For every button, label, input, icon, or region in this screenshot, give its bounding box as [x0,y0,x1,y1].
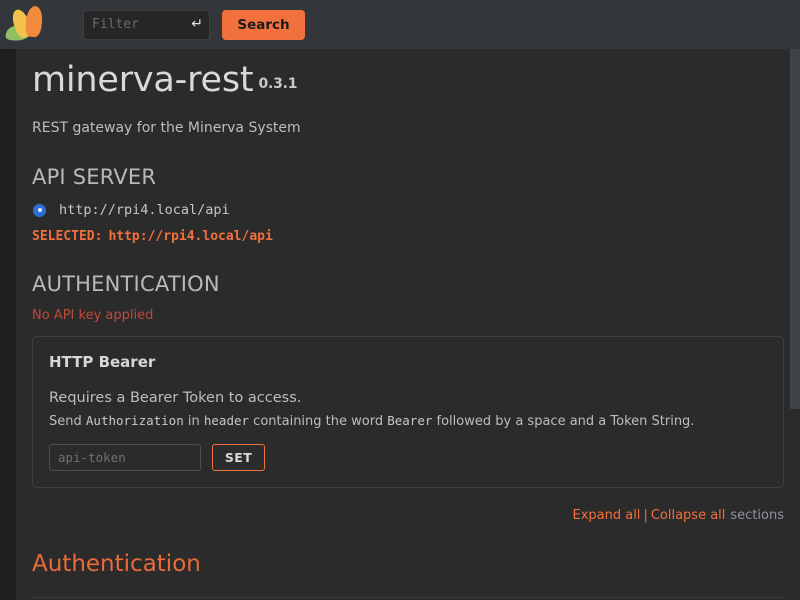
set-token-button[interactable]: SET [212,444,265,471]
api-description: REST gateway for the Minerva System [32,119,784,137]
api-version-badge: 0.3.1 [258,76,297,92]
server-option-row[interactable]: http://rpi4.local/api [32,202,784,218]
filter-field-wrapper: ↵ [83,10,210,40]
expand-collapse-controls: Expand all| Collapse all sections [32,508,784,524]
api-title-text: minerva-rest [32,60,253,100]
page-title: minerva-rest 0.3.1 [32,49,784,106]
selected-server-url: http://rpi4.local/api [108,229,272,244]
collapse-all-link[interactable]: Collapse all [651,508,726,523]
auth-send-prefix: Send [49,414,82,429]
scrollbar-thumb[interactable] [790,49,800,409]
auth-controls-row: SET [49,444,767,471]
auth-send-description: Send Authorization in header containing … [49,412,767,430]
main-content: minerva-rest 0.3.1 REST gateway for the M… [16,49,800,600]
top-bar: ↵ Search [0,0,800,49]
auth-send-mid-2: containing the word [253,414,383,429]
auth-requires-text: Requires a Bearer Token to access. [49,389,767,407]
selected-label: SELECTED: [32,229,102,244]
api-token-input[interactable] [49,444,201,471]
logo-leaf-orange [24,5,43,38]
auth-send-suffix: followed by a space and a Token String. [437,414,695,429]
no-api-key-message: No API key applied [32,308,784,324]
auth-header-name-code: Authorization [86,413,184,428]
expand-collapse-separator: | [643,508,647,523]
auth-bearer-code: Bearer [387,413,432,428]
search-button[interactable]: Search [222,10,305,40]
leaf-logo-icon[interactable] [0,0,56,49]
sections-word-label: sections [730,508,784,523]
auth-header-word-code: header [204,413,249,428]
expand-all-link[interactable]: Expand all [572,508,640,523]
server-radio-selected[interactable] [33,204,46,217]
filter-input[interactable] [83,10,210,40]
auth-send-mid-1: in [188,414,200,429]
api-server-heading: API SERVER [32,165,784,190]
auth-scheme-title: HTTP Bearer [49,351,767,373]
selected-server-line: SELECTED: http://rpi4.local/api [32,229,784,244]
auth-scheme-box: HTTP Bearer Requires a Bearer Token to a… [32,336,784,488]
tag-title-authentication[interactable]: Authentication [32,550,784,578]
authentication-heading: AUTHENTICATION [32,272,784,297]
server-url-label: http://rpi4.local/api [59,202,230,218]
